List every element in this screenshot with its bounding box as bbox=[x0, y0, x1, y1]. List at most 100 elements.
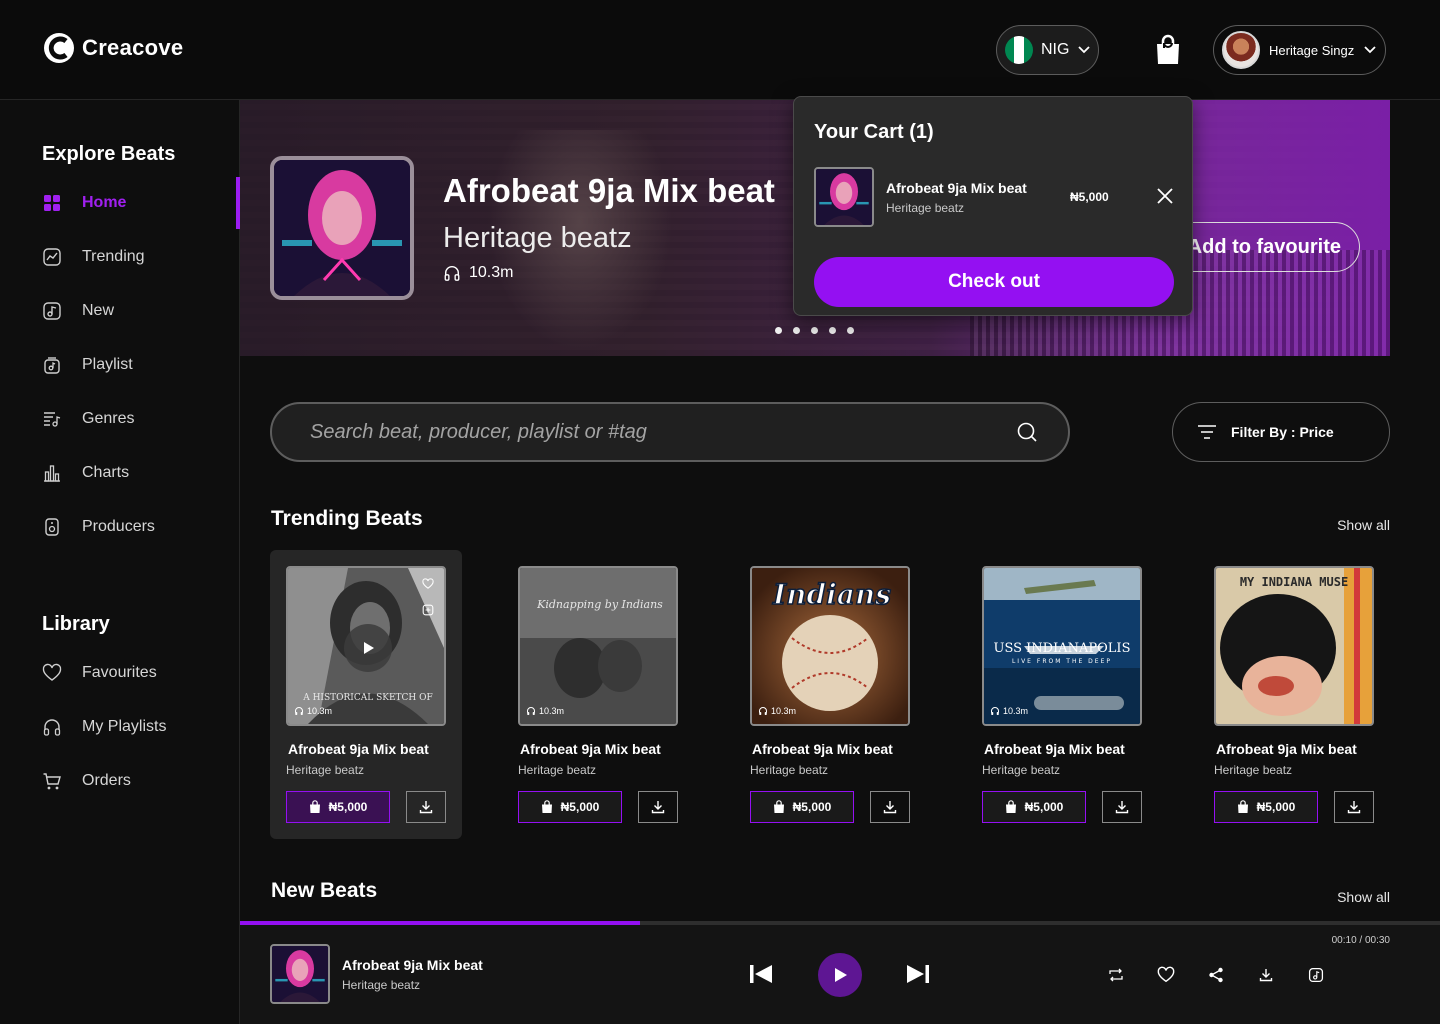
buy-button[interactable]: ₦5,000 bbox=[518, 791, 622, 823]
sidebar-item-favourites[interactable]: Favourites bbox=[0, 647, 240, 699]
repeat-button[interactable] bbox=[1106, 965, 1126, 985]
download-button[interactable] bbox=[870, 791, 910, 823]
hero-plays: 10.3m bbox=[443, 264, 513, 282]
brand-logo[interactable]: Creacove bbox=[42, 31, 183, 65]
beat-title[interactable]: Afrobeat 9ja Mix beat bbox=[288, 741, 429, 757]
close-icon[interactable] bbox=[1156, 187, 1174, 205]
sidebar-item-producers[interactable]: Producers bbox=[0, 501, 240, 553]
heart-icon[interactable] bbox=[422, 578, 434, 590]
player-title[interactable]: Afrobeat 9ja Mix beat bbox=[342, 957, 483, 973]
favourite-button[interactable] bbox=[1156, 965, 1176, 985]
buy-button[interactable]: ₦5,000 bbox=[286, 791, 390, 823]
genres-icon bbox=[44, 412, 61, 427]
buy-button[interactable]: ₦5,000 bbox=[982, 791, 1086, 823]
portrait-image bbox=[274, 160, 410, 296]
country-selector[interactable]: NIG bbox=[996, 25, 1099, 75]
download-icon bbox=[419, 801, 433, 814]
download-button[interactable] bbox=[1102, 791, 1142, 823]
previous-button[interactable] bbox=[748, 962, 774, 986]
cover-text: Kidnapping by Indians bbox=[536, 598, 663, 611]
carousel-dot[interactable] bbox=[829, 327, 836, 334]
beat-producer[interactable]: Heritage beatz bbox=[750, 763, 828, 777]
beat-title[interactable]: Afrobeat 9ja Mix beat bbox=[1216, 741, 1357, 757]
play-button[interactable] bbox=[818, 953, 862, 997]
beat-title[interactable]: Afrobeat 9ja Mix beat bbox=[520, 741, 661, 757]
carousel-dot[interactable] bbox=[847, 327, 854, 334]
beat-cover[interactable]: MY INDIANA MUSE bbox=[1214, 566, 1374, 726]
carousel-dot[interactable] bbox=[793, 327, 800, 334]
cart-icon bbox=[43, 773, 61, 790]
chevron-down-icon bbox=[1364, 46, 1376, 54]
download-icon bbox=[651, 801, 665, 814]
beat-card[interactable]: Kidnapping by Indians 10.3m Afrobeat 9ja… bbox=[502, 550, 694, 839]
buy-button[interactable]: ₦5,000 bbox=[1214, 791, 1318, 823]
hero-title: Afrobeat 9ja Mix beat bbox=[443, 172, 775, 209]
beat-card[interactable]: MY INDIANA MUSE Afrobeat 9ja Mix beat He… bbox=[1198, 550, 1390, 839]
beat-cover[interactable]: Kidnapping by Indians 10.3m bbox=[518, 566, 678, 726]
download-button[interactable] bbox=[1256, 965, 1276, 985]
player-bar: Afrobeat 9ja Mix beat Heritage beatz 00:… bbox=[240, 925, 1440, 1024]
trending-show-all-link[interactable]: Show all bbox=[1337, 517, 1390, 533]
beat-card[interactable]: A HISTORICAL SKETCH OF 10.3m Afrobeat 9j… bbox=[270, 550, 462, 839]
sidebar-item-charts[interactable]: Charts bbox=[0, 447, 240, 499]
cover-text: Indians bbox=[772, 578, 891, 611]
search-input[interactable]: Search beat, producer, playlist or #tag bbox=[310, 421, 1016, 444]
search-icon[interactable] bbox=[1016, 421, 1038, 443]
sidebar-item-orders[interactable]: Orders bbox=[0, 755, 240, 807]
carousel-dot[interactable] bbox=[775, 327, 782, 334]
cover-subtext: LIVE FROM THE DEEP bbox=[1012, 658, 1112, 665]
download-icon bbox=[883, 801, 897, 814]
heart-icon bbox=[42, 663, 62, 681]
search-bar[interactable]: Search beat, producer, playlist or #tag bbox=[270, 402, 1070, 462]
beat-producer[interactable]: Heritage beatz bbox=[982, 763, 1060, 777]
portrait-image bbox=[272, 946, 328, 1002]
beat-cover[interactable]: Indians 10.3m bbox=[750, 566, 910, 726]
beat-title[interactable]: Afrobeat 9ja Mix beat bbox=[752, 741, 893, 757]
beat-producer[interactable]: Heritage beatz bbox=[518, 763, 596, 777]
carousel-dot[interactable] bbox=[811, 327, 818, 334]
beat-producer[interactable]: Heritage beatz bbox=[286, 763, 364, 777]
new-beats-show-all-link[interactable]: Show all bbox=[1337, 889, 1390, 905]
checkout-button[interactable]: Check out bbox=[814, 257, 1174, 307]
user-menu[interactable]: Heritage Singz bbox=[1213, 25, 1386, 75]
share-button[interactable] bbox=[1206, 965, 1226, 985]
beat-title[interactable]: Afrobeat 9ja Mix beat bbox=[984, 741, 1125, 757]
beat-price: ₦5,000 bbox=[792, 800, 832, 814]
sidebar-item-playlist[interactable]: Playlist bbox=[0, 339, 240, 391]
next-button[interactable] bbox=[905, 962, 931, 986]
sidebar-item-trending[interactable]: Trending bbox=[0, 231, 240, 283]
headphones-icon bbox=[295, 707, 303, 715]
filter-icon bbox=[1198, 425, 1216, 439]
download-button[interactable] bbox=[1334, 791, 1374, 823]
beat-cover[interactable]: USS INDIANAPOLIS LIVE FROM THE DEEP 10.3… bbox=[982, 566, 1142, 726]
player-thumbnail[interactable] bbox=[270, 944, 330, 1004]
beat-producer[interactable]: Heritage beatz bbox=[1214, 763, 1292, 777]
beat-price: ₦5,000 bbox=[560, 800, 600, 814]
plays-count: 10.3m bbox=[1003, 706, 1029, 716]
add-to-playlist-icon[interactable] bbox=[422, 604, 434, 616]
filter-button[interactable]: Filter By : Price bbox=[1172, 402, 1390, 462]
beat-cover[interactable]: A HISTORICAL SKETCH OF 10.3m bbox=[286, 566, 446, 726]
hero-cover-art[interactable] bbox=[270, 156, 414, 300]
logo-mark-icon bbox=[44, 33, 74, 63]
shopping-bag-icon bbox=[1005, 800, 1016, 813]
cart-item-price: ₦5,000 bbox=[1070, 190, 1109, 204]
beat-card[interactable]: USS INDIANAPOLIS LIVE FROM THE DEEP 10.3… bbox=[966, 550, 1158, 839]
beat-card[interactable]: Indians 10.3m Afrobeat 9ja Mix beat Heri… bbox=[734, 550, 926, 839]
chevron-down-icon bbox=[1078, 46, 1091, 54]
brand-name: Creacove bbox=[82, 35, 184, 60]
buy-button[interactable]: ₦5,000 bbox=[750, 791, 854, 823]
download-button[interactable] bbox=[406, 791, 446, 823]
sidebar-item-genres[interactable]: Genres bbox=[0, 393, 240, 445]
play-button[interactable] bbox=[344, 624, 392, 672]
sidebar-item-new[interactable]: New bbox=[0, 285, 240, 337]
player-producer[interactable]: Heritage beatz bbox=[342, 978, 420, 992]
shopping-bag-icon bbox=[541, 800, 552, 813]
sidebar-item-my-playlists[interactable]: My Playlists bbox=[0, 701, 240, 753]
sidebar: Explore Beats Home Trending New Playlist… bbox=[0, 100, 240, 1024]
download-button[interactable] bbox=[638, 791, 678, 823]
shopping-bag-icon[interactable] bbox=[1154, 34, 1182, 66]
add-to-playlist-button[interactable] bbox=[1306, 965, 1326, 985]
sidebar-item-home[interactable]: Home bbox=[0, 177, 240, 229]
hero-producer[interactable]: Heritage beatz bbox=[443, 222, 632, 255]
